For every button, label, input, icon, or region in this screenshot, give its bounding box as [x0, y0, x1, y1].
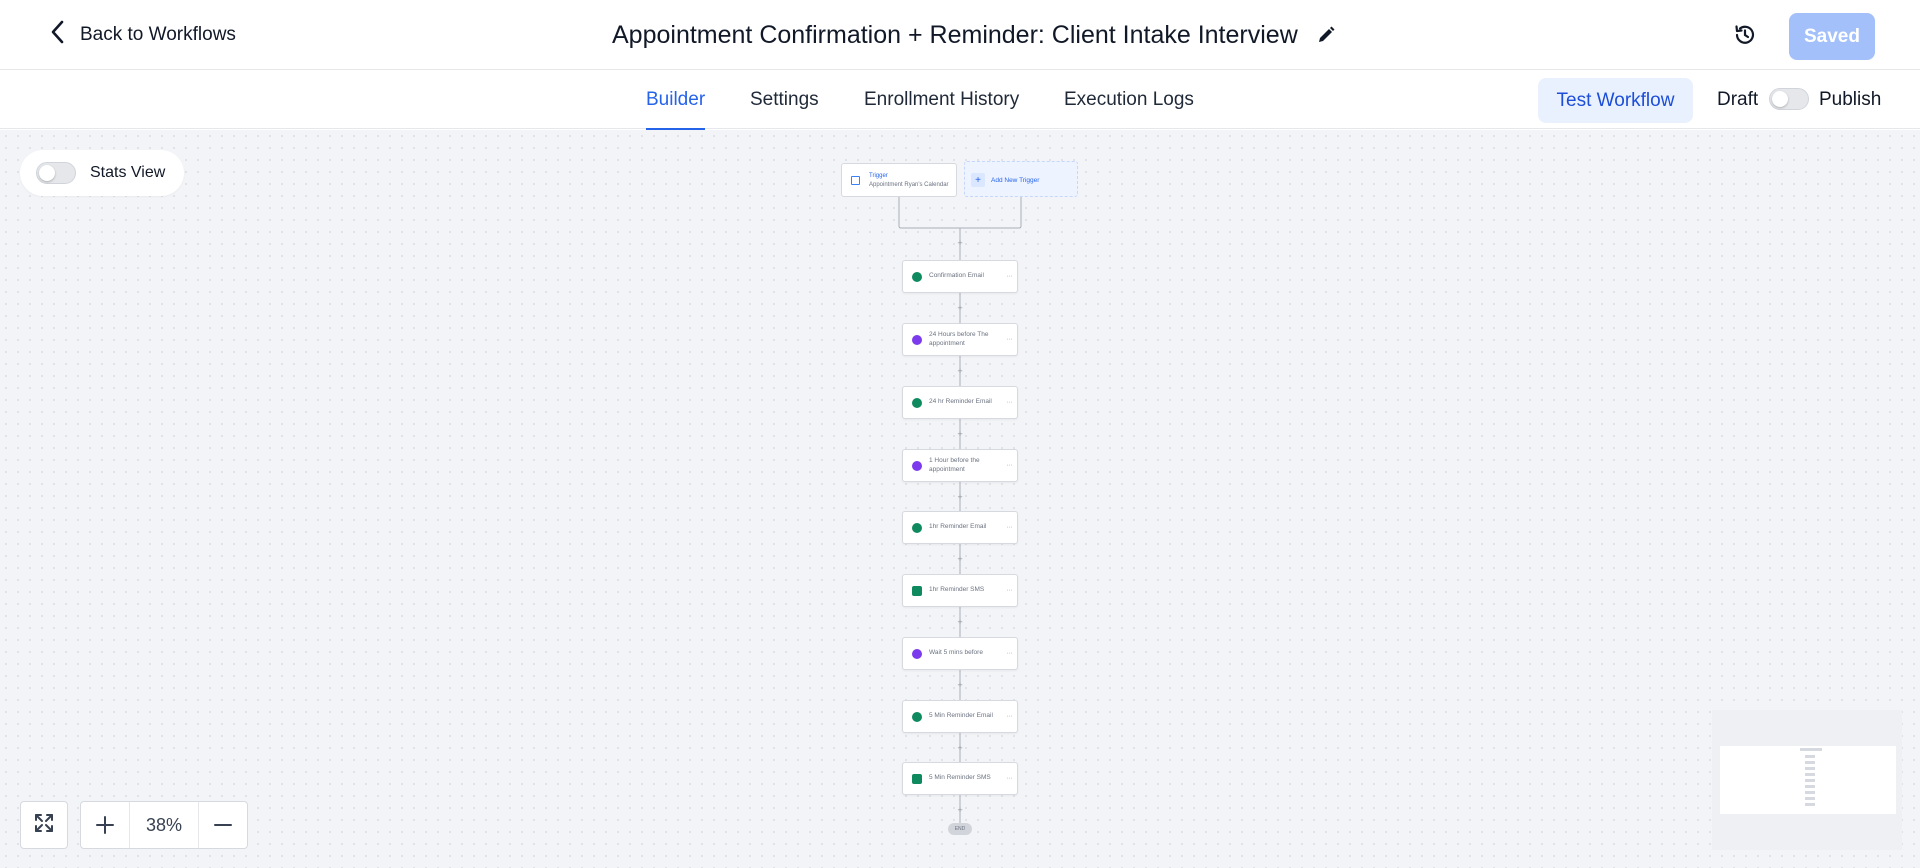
workflow-canvas[interactable]: Stats View + + + + + + + + + + Trigger A… [0, 130, 1920, 868]
plus-icon [96, 816, 114, 834]
zoom-level: 38% [129, 802, 199, 848]
minimap-node [1805, 785, 1815, 788]
zoom-in-button[interactable] [81, 802, 129, 848]
action-label: Wait 5 mins before [929, 649, 983, 657]
more-options-icon[interactable]: ··· [1007, 512, 1013, 543]
back-to-workflows-link[interactable]: Back to Workflows [48, 19, 236, 51]
minimap-node [1805, 755, 1815, 758]
add-trigger-label: Add New Trigger [991, 176, 1040, 184]
svg-text:+: + [957, 304, 963, 312]
more-options-icon[interactable]: ··· [1007, 638, 1013, 669]
action-label: Confirmation Email [929, 272, 984, 280]
plus-icon: + [971, 173, 985, 187]
email-icon [912, 398, 922, 408]
wait-clock-icon [912, 335, 922, 345]
trigger-name: Appointment Ryan's Calendar [869, 182, 949, 188]
pencil-icon[interactable] [1316, 25, 1336, 45]
action-node[interactable]: 1hr Reminder SMS ··· [902, 574, 1018, 607]
minimap-node [1805, 773, 1815, 776]
minimap-node [1805, 779, 1815, 782]
tab-enrollment-history[interactable]: Enrollment History [864, 70, 1019, 129]
minimap-node [1800, 748, 1822, 751]
action-node[interactable]: 5 Min Reminder Email ··· [902, 700, 1018, 733]
sms-icon [912, 774, 922, 784]
trigger-node[interactable]: Trigger Appointment Ryan's Calendar [841, 163, 957, 197]
action-label: 1hr Reminder SMS [929, 586, 985, 594]
publish-toggle[interactable] [1769, 88, 1809, 110]
wait-clock-icon [912, 461, 922, 471]
add-new-trigger-button[interactable]: + Add New Trigger [964, 161, 1078, 197]
more-options-icon[interactable]: ··· [1007, 701, 1013, 732]
publish-label: Publish [1819, 88, 1882, 110]
saved-button[interactable]: Saved [1789, 13, 1875, 60]
minimap-node [1805, 767, 1815, 770]
sms-icon [912, 586, 922, 596]
chevron-left-icon [48, 19, 68, 51]
action-node[interactable]: 24 hr Reminder Email ··· [902, 386, 1018, 419]
svg-text:+: + [957, 430, 963, 438]
zoom-out-button[interactable] [199, 802, 247, 848]
action-node[interactable]: 5 Min Reminder SMS ··· [902, 762, 1018, 795]
wait-clock-icon [912, 649, 922, 659]
title-area: Appointment Confirmation + Reminder: Cli… [612, 18, 1336, 52]
email-icon [912, 712, 922, 722]
more-options-icon[interactable]: ··· [1007, 324, 1013, 355]
toggle-knob [1772, 91, 1788, 107]
minimap-node [1805, 761, 1815, 764]
trigger-heading: Trigger [869, 173, 888, 179]
svg-text:+: + [957, 806, 963, 814]
svg-text:+: + [957, 681, 963, 689]
minimap[interactable] [1712, 710, 1902, 850]
svg-text:+: + [957, 239, 963, 247]
action-label: 1 Hour before the appointment [929, 457, 980, 473]
calendar-icon [851, 176, 860, 185]
action-label: 24 Hours before The appointment [929, 331, 989, 347]
minimap-node [1805, 803, 1815, 806]
action-node[interactable]: Wait 5 mins before ··· [902, 637, 1018, 670]
tab-bar: Builder Settings Enrollment History Exec… [0, 70, 1920, 130]
fit-view-button[interactable] [20, 801, 68, 849]
back-label: Back to Workflows [80, 24, 236, 45]
more-options-icon[interactable]: ··· [1007, 387, 1013, 418]
minimap-node [1805, 797, 1815, 800]
end-marker: END [948, 823, 972, 835]
action-label: 5 Min Reminder Email [929, 712, 993, 720]
more-options-icon[interactable]: ··· [1007, 261, 1013, 292]
page-title: Appointment Confirmation + Reminder: Cli… [612, 20, 1298, 49]
svg-text:+: + [957, 493, 963, 501]
top-header: Back to Workflows Appointment Confirmati… [0, 0, 1920, 70]
workflow-connectors: + + + + + + + + + + [898, 197, 1022, 823]
action-node[interactable]: 24 Hours before The appointment ··· [902, 323, 1018, 356]
svg-text:+: + [957, 367, 963, 375]
zoom-controls: 38% [80, 801, 248, 849]
minus-icon [214, 824, 232, 826]
tab-builder[interactable]: Builder [646, 70, 706, 130]
draft-label: Draft [1717, 88, 1759, 110]
action-node[interactable]: Confirmation Email ··· [902, 260, 1018, 293]
action-label: 5 Min Reminder SMS [929, 774, 991, 782]
more-options-icon[interactable]: ··· [1007, 450, 1013, 481]
tab-execution-logs[interactable]: Execution Logs [1064, 70, 1194, 129]
more-options-icon[interactable]: ··· [1007, 575, 1013, 606]
svg-text:+: + [957, 555, 963, 563]
svg-text:+: + [957, 744, 963, 752]
more-options-icon[interactable]: ··· [1007, 763, 1013, 794]
test-workflow-button[interactable]: Test Workflow [1538, 78, 1693, 123]
action-node[interactable]: 1hr Reminder Email ··· [902, 511, 1018, 544]
email-icon [912, 272, 922, 282]
minimap-node [1805, 791, 1815, 794]
action-node[interactable]: 1 Hour before the appointment ··· [902, 449, 1018, 482]
email-icon [912, 523, 922, 533]
history-icon[interactable] [1730, 20, 1760, 50]
action-label: 1hr Reminder Email [929, 523, 987, 531]
expand-icon [32, 811, 56, 840]
action-label: 24 hr Reminder Email [929, 398, 992, 406]
tab-settings[interactable]: Settings [750, 70, 819, 129]
svg-text:+: + [957, 618, 963, 626]
